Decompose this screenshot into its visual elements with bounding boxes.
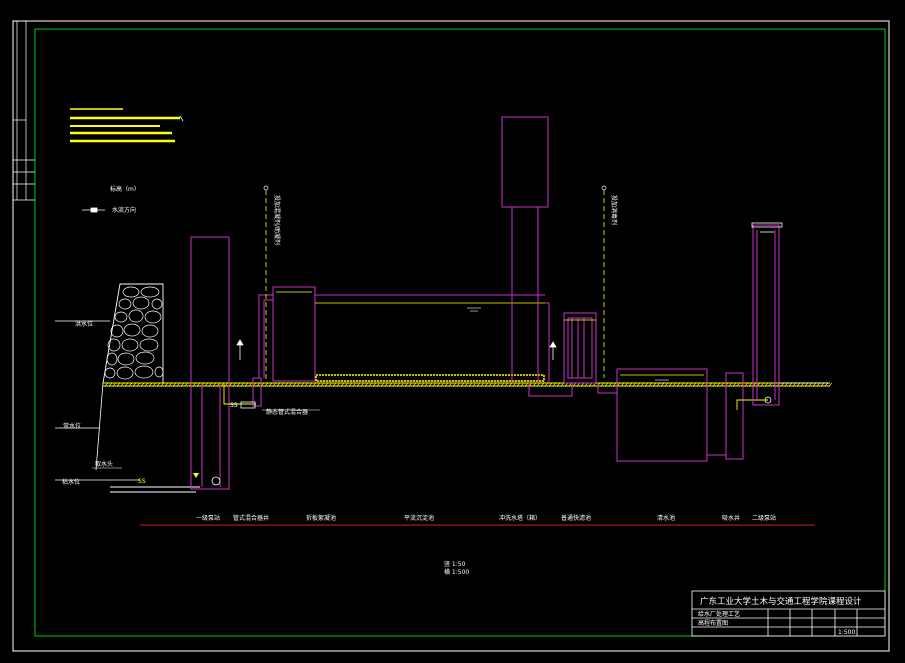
coagulant-dosing-label: 投加混凝剂/助凝剂 [273, 195, 281, 245]
title-block-scale: 1:500 [838, 629, 855, 636]
rubble-embankment [95, 283, 164, 471]
water-level-mark-icon [193, 473, 199, 478]
station-label: 吸水井 [722, 514, 740, 522]
station-label: 平流沉淀池 [404, 514, 434, 522]
legend-flow-direction: 水流方向 [112, 206, 136, 214]
disinfectant-dosing-line [601, 185, 607, 378]
scale-line-1: 竖 1:50 [444, 560, 466, 568]
station-label: 二级泵站 [752, 514, 776, 522]
rapid-filter [563, 312, 597, 384]
sedimentation-tank [315, 294, 545, 382]
station-label: 普通快滤池 [561, 514, 591, 522]
ground-hatch-mark [828, 382, 833, 387]
pipe-mark: SS [230, 402, 238, 409]
wash-water-tower [501, 116, 549, 383]
outer-frame [12, 20, 890, 652]
design-notes [70, 108, 184, 143]
disinfectant-dosing-label: 投加消毒剂 [610, 195, 618, 225]
station-label: 一级泵站 [196, 514, 220, 522]
elevation-drawing: 标高（m） 水流方向 洪水位 常水位 枯水位 取水头 SS SS 静态管式混合器… [12, 20, 890, 652]
normal-level-label: 常水位 [63, 422, 81, 430]
flocculation-tank [272, 286, 316, 382]
wash-pipe [528, 302, 573, 397]
legend-elevation: 标高（m） [110, 185, 140, 193]
scale-line-2: 横 1:500 [444, 568, 469, 576]
coagulant-dosing-line [263, 185, 269, 380]
station-label: 清水池 [657, 514, 675, 522]
station-label: 折板絮凝池 [306, 514, 336, 522]
title-block-drawing-name-1: 给水厂处理工艺 [698, 610, 740, 618]
title-block-drawing-name-2: 高程布置图 [698, 619, 728, 627]
water-surface-icon [467, 307, 481, 312]
station-label: 管式混合器井 [233, 514, 269, 522]
title-block-school: 广东工业大学土木与交通工程学院课程设计 [700, 596, 862, 607]
pump-1-icon [211, 476, 221, 486]
intake-label: 取水头 [95, 460, 113, 468]
low-level-label: 枯水位 [62, 478, 80, 486]
up-arrow-icon-2 [549, 341, 557, 360]
first-pump-station [190, 236, 230, 490]
station-label: 冲洗水塔（箱） [499, 514, 541, 522]
mixer-label: 静态管式混合器 [266, 408, 308, 416]
intake-pipe-mark: SS [138, 478, 146, 485]
sludge-zone [315, 374, 545, 382]
binding-strip [13, 21, 35, 201]
station-labels: 一级泵站 管式混合器井 折板絮凝池 平流沉淀池 冲洗水塔（箱） 普通快滤池 清水池 吸水井 二级… [196, 514, 776, 522]
second-pump-station [752, 224, 780, 406]
intake-pipe [110, 486, 200, 493]
flood-level-label: 洪水位 [75, 320, 93, 328]
up-arrow-icon [236, 339, 244, 360]
drawing-canvas: 标高（m） 水流方向 洪水位 常水位 枯水位 取水头 SS SS 静态管式混合器… [0, 0, 905, 659]
flow-arrow-icon [82, 207, 105, 213]
